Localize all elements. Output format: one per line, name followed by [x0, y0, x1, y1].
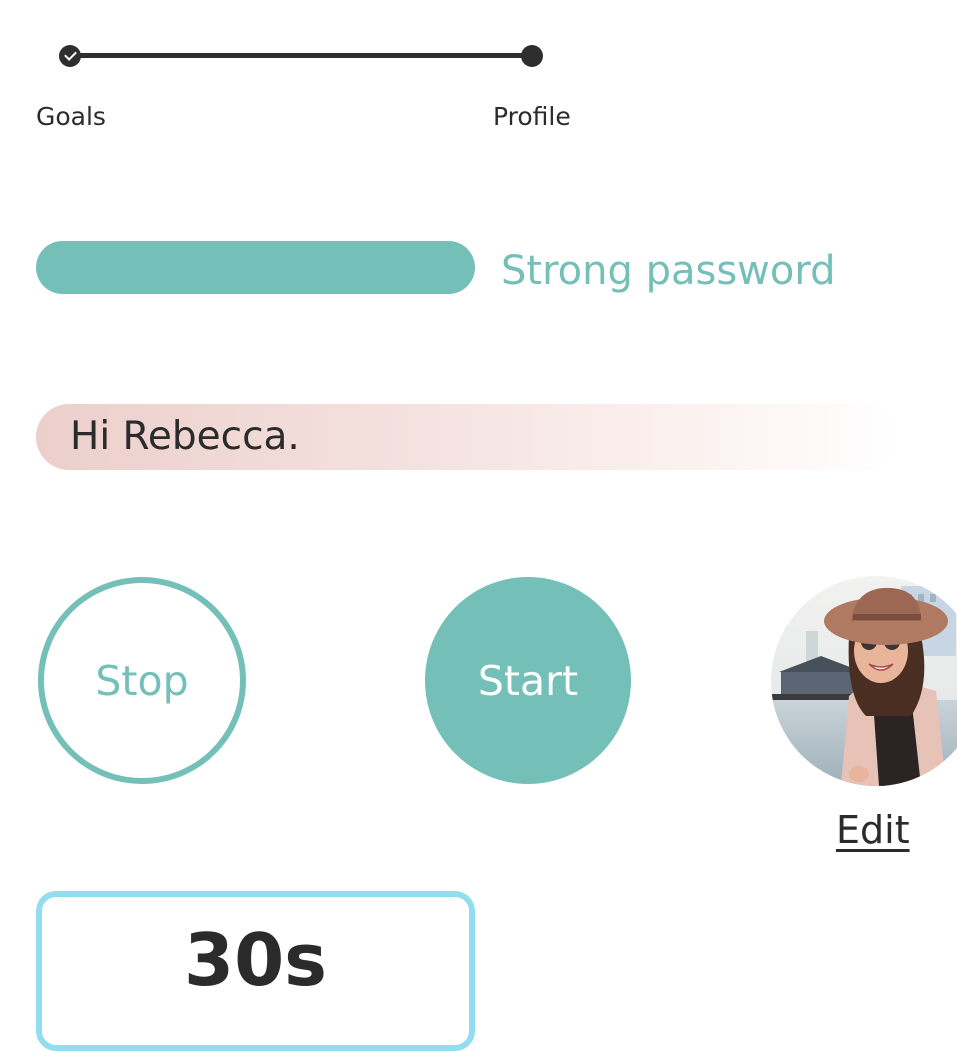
password-strength-bar [36, 241, 475, 294]
stop-button[interactable]: Stop [38, 577, 246, 784]
avatar-photo-icon [771, 576, 957, 786]
timer-value: 30s [183, 918, 328, 1002]
edit-profile-link[interactable]: Edit [836, 808, 910, 852]
stop-button-label: Stop [95, 656, 189, 705]
step-profile-label: Profile [493, 102, 571, 131]
avatar[interactable] [771, 576, 957, 786]
password-strength-label: Strong password [501, 248, 836, 294]
stepper-track [70, 53, 532, 58]
checkmark-icon [63, 48, 77, 61]
start-button-label: Start [477, 656, 579, 705]
greeting-text: Hi Rebecca. [70, 414, 300, 459]
step-goals-completed-dot[interactable] [59, 45, 81, 67]
step-profile-dot[interactable] [521, 45, 543, 67]
step-goals-label: Goals [36, 102, 106, 131]
start-button[interactable]: Start [425, 577, 631, 784]
